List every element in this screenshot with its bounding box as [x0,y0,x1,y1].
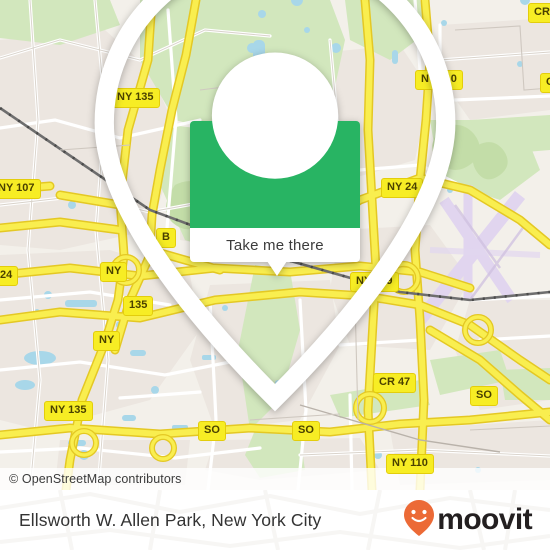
moovit-logo[interactable]: moovit [403,499,533,542]
road-shield: SO [198,421,226,441]
moovit-wordmark: moovit [437,503,532,536]
callout-image-panel [94,0,456,411]
road-shield: NY 110 [386,454,434,474]
callout-action-bar[interactable]: Take me there [190,228,360,262]
map-attribution-text: © OpenStreetMap contributors [9,472,182,486]
destination-callout[interactable]: Take me there [94,0,456,411]
map-pin-icon [0,0,550,420]
screenshot-root: © OpenStreetMap contributors NY 135 NY 11… [0,0,550,550]
road-shield: SO [292,421,320,441]
page-footer: Ellsworth W. Allen Park, New York City m… [0,490,550,550]
place-title: Ellsworth W. Allen Park, New York City [19,509,322,530]
footer-content: Ellsworth W. Allen Park, New York City m… [0,490,550,550]
take-me-there-label: Take me there [226,236,324,254]
callout-tail [267,261,287,276]
moovit-pin-icon [403,499,435,542]
map-attribution: © OpenStreetMap contributors [0,468,550,490]
map-canvas[interactable]: © OpenStreetMap contributors NY 135 NY 11… [0,0,550,490]
